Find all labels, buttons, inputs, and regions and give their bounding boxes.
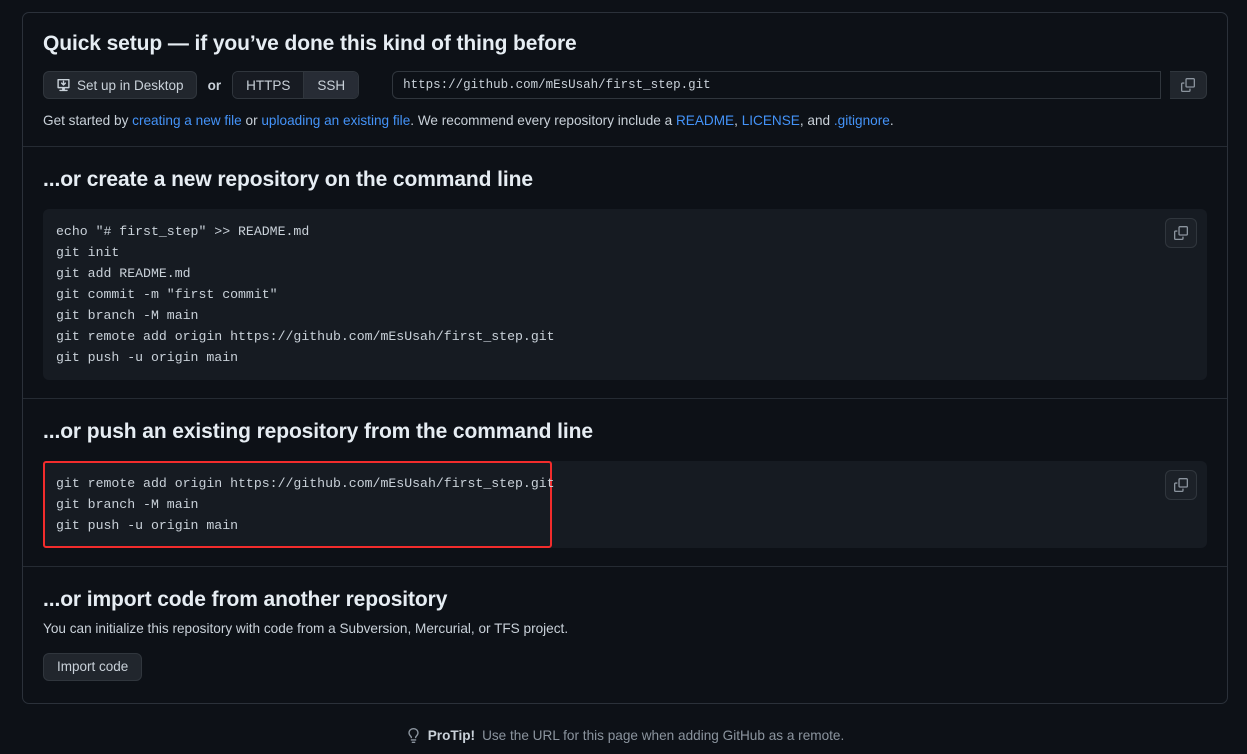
import-code-description: You can initialize this repository with … xyxy=(43,621,569,637)
protip-label: ProTip! xyxy=(427,727,476,743)
push-repository-code-block: git remote add origin https://github.com… xyxy=(43,461,1207,549)
protip-text: Use the URL for this page when adding Gi… xyxy=(482,727,845,743)
gitignore-link[interactable]: .gitignore xyxy=(834,113,890,128)
uploading-an-existing-file-link[interactable]: uploading an existing file xyxy=(261,113,410,128)
push-repository-heading: ...or push an existing repository from t… xyxy=(43,419,593,443)
code-line: echo "# first_step" >> README.md xyxy=(56,223,310,239)
create-repository-code-block: echo "# first_step" >> README.md git ini… xyxy=(43,208,1207,380)
hint-text-6: . xyxy=(889,113,894,129)
lightbulb-icon xyxy=(406,727,421,743)
push-repository-section: ...or push an existing repository from t… xyxy=(23,399,1227,568)
clipboard-icon xyxy=(1181,78,1195,93)
hint-text-5: , and xyxy=(799,113,834,129)
protocol-toggle-group: HTTPS SSH xyxy=(232,71,360,100)
create-repository-section: ...or create a new repository on the com… xyxy=(23,147,1227,399)
code-line: git branch -M main xyxy=(56,497,199,513)
repo-url-input[interactable]: https://github.com/mEsUsah/first_step.gi… xyxy=(392,71,1161,100)
copy-repo-url-button[interactable] xyxy=(1170,71,1207,100)
hint-text-2: or xyxy=(241,113,262,129)
create-repository-heading: ...or create a new repository on the com… xyxy=(43,167,533,191)
hint-text-1: Get started by xyxy=(43,113,133,129)
highlighted-commands-region: git remote add origin https://github.com… xyxy=(43,461,555,549)
readme-link[interactable]: README xyxy=(676,113,734,128)
get-started-hint: Get started by creating a new file or up… xyxy=(43,111,1207,131)
import-code-button[interactable]: Import code xyxy=(43,652,143,681)
protocol-ssh-button[interactable]: SSH xyxy=(303,72,359,99)
protip-footer: ProTip! Use the URL for this page when a… xyxy=(22,727,1228,743)
code-line: git push -u origin main xyxy=(56,518,239,534)
code-line: git push -u origin main xyxy=(56,349,239,365)
desktop-download-icon xyxy=(56,78,71,93)
import-code-section: ...or import code from another repositor… xyxy=(23,567,1227,703)
copy-push-repository-commands-button[interactable] xyxy=(1165,470,1197,501)
import-code-heading: ...or import code from another repositor… xyxy=(43,588,448,612)
copy-create-repository-commands-button[interactable] xyxy=(1165,217,1197,248)
quick-setup-controls: Set up in Desktop or HTTPS SSH https://g… xyxy=(43,71,1207,100)
hint-text-3: . We recommend every repository include … xyxy=(410,113,676,129)
repository-setup-page: Quick setup — if you’ve done this kind o… xyxy=(0,0,1247,754)
hint-text-4: , xyxy=(734,113,742,129)
code-line: git init xyxy=(56,244,120,260)
set-up-in-desktop-label: Set up in Desktop xyxy=(77,77,184,93)
setup-card: Quick setup — if you’ve done this kind o… xyxy=(22,12,1228,704)
license-link[interactable]: LICENSE xyxy=(742,113,800,128)
protocol-https-button[interactable]: HTTPS xyxy=(233,72,304,99)
quick-setup-heading: Quick setup — if you’ve done this kind o… xyxy=(43,32,577,55)
code-line: git commit -m "first commit" xyxy=(56,286,278,302)
code-line: git remote add origin https://github.com… xyxy=(56,328,555,344)
code-line: git branch -M main xyxy=(56,307,199,323)
clipboard-icon xyxy=(1174,225,1188,240)
code-line: git add README.md xyxy=(56,265,191,281)
clipboard-icon xyxy=(1174,478,1188,493)
set-up-in-desktop-button[interactable]: Set up in Desktop xyxy=(43,71,197,100)
quick-setup-section: Quick setup — if you’ve done this kind o… xyxy=(23,13,1227,147)
or-label: or xyxy=(207,77,222,93)
creating-a-new-file-link[interactable]: creating a new file xyxy=(132,113,242,128)
code-line: git remote add origin https://github.com… xyxy=(56,476,555,492)
